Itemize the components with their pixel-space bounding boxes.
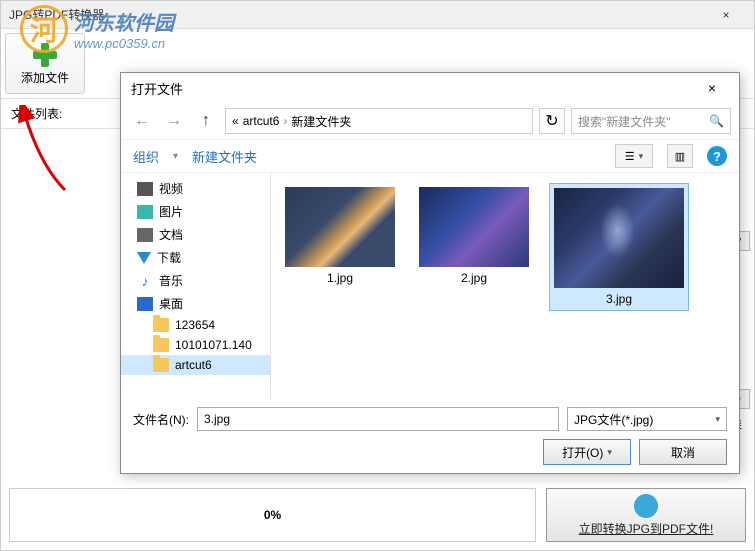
thumbnail-3jpg: [554, 188, 684, 288]
filename-label: 文件名(N):: [133, 411, 189, 428]
file-item-3jpg[interactable]: 3.jpg: [549, 183, 689, 311]
nav-up-button[interactable]: ↑: [193, 108, 219, 134]
file-name: 2.jpg: [461, 271, 487, 285]
pictures-icon: [137, 205, 153, 219]
cancel-button[interactable]: 取消: [639, 439, 727, 465]
sidebar-item-pictures[interactable]: 图片: [121, 200, 270, 223]
plus-icon: [27, 41, 63, 69]
organize-menu[interactable]: 组织: [133, 147, 159, 166]
folder-icon: [153, 318, 169, 332]
view-mode-button[interactable]: ☰▾: [615, 144, 653, 168]
folder-icon: [153, 358, 169, 372]
file-item-2jpg[interactable]: 2.jpg: [415, 183, 533, 289]
file-pane: 1.jpg 2.jpg 3.jpg: [271, 173, 739, 399]
sidebar-item-music[interactable]: ♪音乐: [121, 269, 270, 292]
view-icon: ☰: [625, 150, 635, 163]
refresh-button[interactable]: ↻: [539, 108, 565, 134]
filter-label: JPG文件(*.jpg): [574, 411, 653, 428]
thumbnail-1jpg: [285, 187, 395, 267]
search-icon: 🔍: [709, 114, 724, 128]
red-arrow-annotation: [10, 105, 80, 195]
file-name: 1.jpg: [327, 271, 353, 285]
app-close-button[interactable]: ×: [706, 2, 746, 28]
add-file-button[interactable]: 添加文件: [5, 33, 85, 94]
sidebar-item-documents[interactable]: 文档: [121, 223, 270, 246]
app-titlebar: JPG转PDF转换器 ×: [1, 1, 754, 29]
video-icon: [137, 182, 153, 196]
sidebar-item-downloads[interactable]: 下载: [121, 246, 270, 269]
file-open-dialog: 打开文件 × ← → ↑ « artcut6 › 新建文件夹 ↻ 搜索"新建文件…: [120, 72, 740, 474]
breadcrumb-seg-artcut6[interactable]: artcut6: [243, 114, 280, 128]
search-placeholder: 搜索"新建文件夹": [578, 113, 709, 130]
folder-tree: 视频 图片 文档 下载 ♪音乐 桌面 123654 10101071.140 a…: [121, 173, 271, 399]
help-button[interactable]: ?: [707, 146, 727, 166]
dialog-nav: ← → ↑ « artcut6 › 新建文件夹 ↻ 搜索"新建文件夹" 🔍: [121, 103, 739, 139]
convert-label: 立即转换JPG到PDF文件!: [579, 520, 714, 537]
nav-forward-button[interactable]: →: [161, 108, 187, 134]
desktop-icon: [137, 297, 153, 311]
breadcrumb-prefix: «: [232, 114, 239, 128]
bottom-bar: 0% 立即转换JPG到PDF文件!: [1, 480, 754, 550]
add-file-label: 添加文件: [21, 69, 69, 86]
sidebar-item-10101071[interactable]: 10101071.140: [121, 335, 270, 355]
sidebar-item-artcut6[interactable]: artcut6: [121, 355, 270, 375]
preview-pane-button[interactable]: ▥: [667, 144, 693, 168]
organize-dropdown-icon: ▾: [173, 151, 178, 162]
nav-back-button[interactable]: ←: [129, 108, 155, 134]
sidebar-item-123654[interactable]: 123654: [121, 315, 270, 335]
dialog-footer: 文件名(N): JPG文件(*.jpg) ▾ 打开(O)▾ 取消: [121, 399, 739, 473]
chevron-down-icon: ▾: [715, 414, 720, 425]
chevron-down-icon: ▾: [607, 447, 612, 458]
dialog-title: 打开文件: [131, 79, 695, 98]
dialog-toolbar: 组织 ▾ 新建文件夹 ☰▾ ▥ ?: [121, 139, 739, 173]
file-name: 3.jpg: [606, 292, 632, 306]
breadcrumb-seg-newfolder[interactable]: 新建文件夹: [291, 113, 351, 130]
progress-bar: 0%: [9, 488, 536, 542]
convert-button[interactable]: 立即转换JPG到PDF文件!: [546, 488, 746, 542]
sidebar-item-desktop[interactable]: 桌面: [121, 292, 270, 315]
search-input[interactable]: 搜索"新建文件夹" 🔍: [571, 108, 731, 134]
filename-input[interactable]: [197, 407, 559, 431]
dialog-close-button[interactable]: ×: [695, 76, 729, 100]
convert-icon: [634, 494, 658, 518]
dialog-titlebar: 打开文件 ×: [121, 73, 739, 103]
breadcrumb[interactable]: « artcut6 › 新建文件夹: [225, 108, 533, 134]
file-item-1jpg[interactable]: 1.jpg: [281, 183, 399, 289]
breadcrumb-sep: ›: [283, 114, 287, 128]
open-button[interactable]: 打开(O)▾: [543, 439, 631, 465]
progress-text: 0%: [264, 508, 281, 522]
new-folder-button[interactable]: 新建文件夹: [192, 147, 257, 166]
file-type-filter[interactable]: JPG文件(*.jpg) ▾: [567, 407, 727, 431]
thumbnail-2jpg: [419, 187, 529, 267]
downloads-icon: [137, 252, 151, 264]
music-icon: ♪: [137, 274, 153, 288]
documents-icon: [137, 228, 153, 242]
dialog-body: 视频 图片 文档 下载 ♪音乐 桌面 123654 10101071.140 a…: [121, 173, 739, 399]
sidebar-item-video[interactable]: 视频: [121, 177, 270, 200]
folder-icon: [153, 338, 169, 352]
app-title: JPG转PDF转换器: [9, 6, 706, 23]
